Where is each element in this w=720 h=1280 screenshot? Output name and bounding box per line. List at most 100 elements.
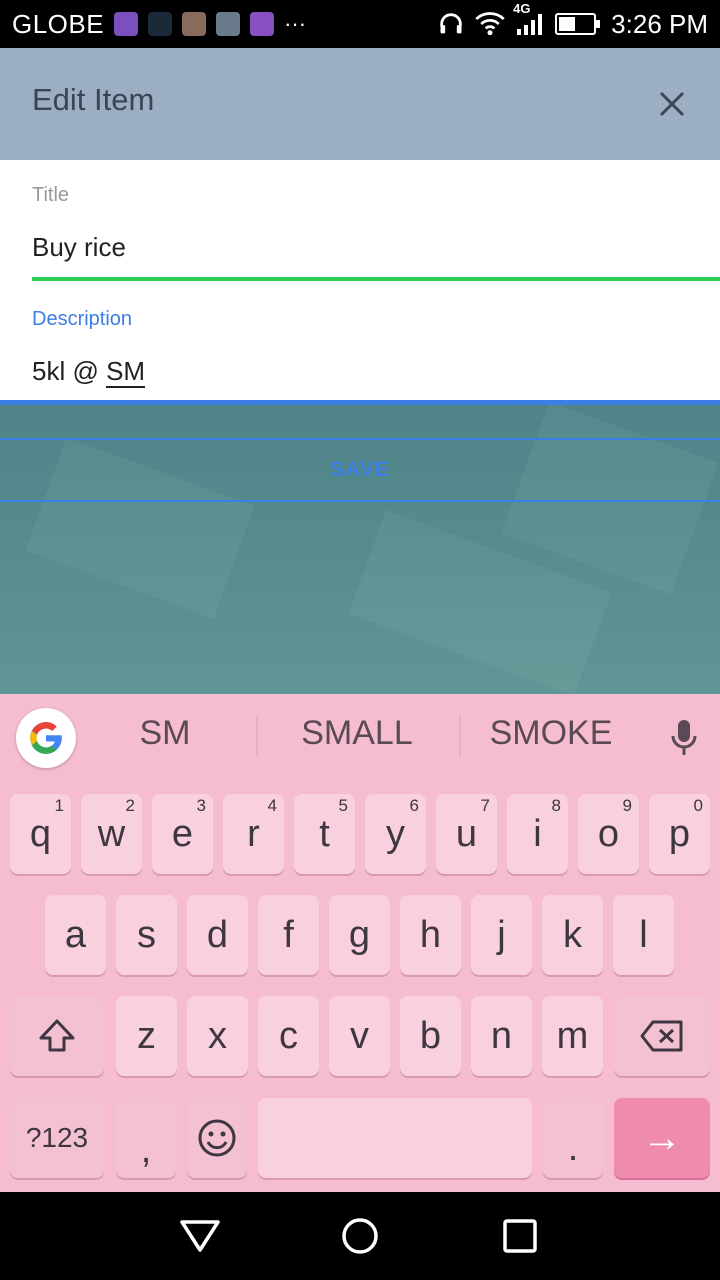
space-key[interactable] (258, 1098, 532, 1178)
title-field[interactable]: Buy rice (32, 232, 126, 263)
key-label: q (29, 812, 52, 855)
key-label: x (208, 1014, 227, 1057)
description-label: Description (32, 308, 133, 330)
suggestion-strip: SM SMALL SMOKE (0, 694, 720, 784)
key[interactable]: k (542, 895, 603, 975)
key-number-hint: 1 (54, 796, 64, 815)
description-field-underline (0, 400, 720, 405)
key-number-hint: 3 (196, 796, 206, 815)
key[interactable]: h (400, 895, 461, 975)
wifi-icon (475, 12, 505, 36)
period-key[interactable]: . (543, 1098, 603, 1178)
key-label: a (64, 913, 87, 956)
key[interactable]: c (258, 996, 319, 1076)
photo-notification-icon-2 (216, 12, 241, 36)
back-button[interactable] (178, 1214, 222, 1258)
page-title: Edit Item (32, 82, 155, 117)
emoji-icon (198, 1119, 236, 1157)
key-label: i (533, 812, 542, 855)
key[interactable]: a (45, 895, 106, 975)
key-number-hint: 6 (409, 796, 419, 815)
clock: 3:26 PM (611, 8, 708, 39)
key-number-hint: 9 (622, 796, 632, 815)
close-button[interactable] (648, 80, 696, 128)
key[interactable]: b (400, 996, 461, 1076)
home-button[interactable] (338, 1214, 382, 1258)
suggestion-item[interactable]: SMALL (262, 714, 452, 753)
save-button[interactable]: SAVE (0, 438, 720, 502)
key[interactable]: f (258, 895, 319, 975)
key-label: h (419, 913, 442, 956)
key-label: w (97, 812, 126, 855)
suggestion-divider (256, 716, 258, 756)
key[interactable]: r4 (223, 794, 284, 874)
battery-icon (555, 13, 601, 35)
key[interactable]: d (187, 895, 248, 975)
backspace-icon (640, 1020, 683, 1052)
soft-keyboard: SM SMALL SMOKE ?123 , . → q1w2e3r4t5y6u7… (0, 694, 720, 1192)
key-label: u (455, 812, 478, 855)
key[interactable]: x (187, 996, 248, 1076)
key[interactable]: w2 (81, 794, 142, 874)
key-number-hint: 8 (551, 796, 561, 815)
gallery-icon (250, 12, 275, 36)
key[interactable]: y6 (365, 794, 426, 874)
key-label: r (247, 812, 260, 855)
back-triangle-icon (180, 1220, 220, 1252)
key[interactable]: m (542, 996, 603, 1076)
backspace-key[interactable] (614, 996, 710, 1076)
key[interactable]: t5 (294, 794, 355, 874)
suggestion-item[interactable]: SM (70, 714, 260, 753)
photo-notification-icon (182, 12, 207, 36)
key-label: k (563, 913, 582, 956)
key[interactable]: s (116, 895, 177, 975)
key-label: z (137, 1014, 156, 1057)
title-field-underline (32, 277, 720, 281)
voice-input-button[interactable] (670, 718, 698, 763)
recents-button[interactable] (498, 1214, 542, 1258)
key[interactable]: j (471, 895, 532, 975)
key-label: p (668, 812, 691, 855)
key[interactable]: q1 (10, 794, 71, 874)
description-field[interactable]: 5kl @ SM (32, 356, 146, 388)
comma-key-label: , (140, 1128, 152, 1171)
key[interactable]: e3 (152, 794, 213, 874)
arrow-right-icon: → (642, 1115, 682, 1160)
key[interactable]: o9 (578, 794, 639, 874)
key[interactable]: g (329, 895, 390, 975)
key[interactable]: i8 (507, 794, 568, 874)
period-key-label: . (567, 1126, 579, 1169)
key[interactable]: p0 (649, 794, 710, 874)
symbols-key[interactable]: ?123 (10, 1098, 104, 1178)
key-label: s (137, 913, 156, 956)
key-label: j (497, 913, 506, 956)
microphone-icon (671, 720, 697, 755)
key-label: f (283, 913, 294, 956)
description-text: 5kl @ (32, 356, 107, 386)
key[interactable]: u7 (436, 794, 497, 874)
key-number-hint: 4 (267, 796, 277, 815)
signal-indicator: 4G (513, 1, 545, 37)
key[interactable]: v (329, 996, 390, 1076)
close-icon (659, 91, 685, 117)
edit-form: Title Buy rice Description 5kl @ SM (0, 160, 720, 405)
comma-key[interactable]: , (116, 1098, 176, 1178)
messages-icon (114, 12, 139, 36)
key[interactable]: z (116, 996, 177, 1076)
headphones-icon (440, 13, 462, 34)
key-label: t (319, 812, 330, 855)
key-number-hint: 5 (338, 796, 348, 815)
key[interactable]: l (613, 895, 674, 975)
enter-key[interactable]: → (614, 1098, 710, 1178)
key-label: o (597, 812, 620, 855)
composing-text: SM (106, 356, 146, 388)
key-label: d (206, 913, 229, 956)
google-button[interactable] (16, 708, 76, 768)
key-label: v (350, 1014, 369, 1057)
key[interactable]: n (471, 996, 532, 1076)
shift-key[interactable] (10, 996, 104, 1076)
emoji-key[interactable] (187, 1098, 247, 1178)
suggestion-item[interactable]: SMOKE (456, 714, 646, 753)
recents-square-icon (503, 1219, 537, 1253)
save-button-label: SAVE (330, 458, 390, 481)
